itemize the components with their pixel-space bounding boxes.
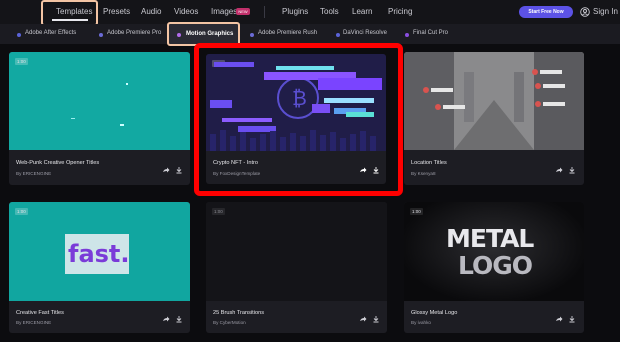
card-title[interactable]: Location Titles [411,160,447,166]
category-dot [99,33,103,37]
card-author[interactable]: By ERICENGINE [16,320,51,325]
card-title[interactable]: 25 Brush Transitions [213,310,264,316]
nav-presets[interactable]: Presets [103,7,130,16]
share-icon[interactable] [359,315,367,323]
new-badge: NEW [236,8,250,15]
thumb-text-metal: METAL [446,224,534,253]
thumbnail-web-punk[interactable]: 1:00 [9,52,190,150]
category-dot [336,33,340,37]
thumb-mark [120,124,124,126]
thumb-text-fast: fast. [68,240,130,268]
thumbnail-creative-fast[interactable]: 1:00 fast. [9,202,190,301]
share-icon[interactable] [162,315,170,323]
nav-audio[interactable]: Audio [141,7,161,16]
card-author[interactable]: By Ksenya8 [411,171,436,176]
template-card-web-punk[interactable]: 1:00 Web-Punk Creative Opener Titles By … [9,52,190,185]
nav-learn[interactable]: Learn [352,7,372,16]
duration-badge: 1:00 [410,208,423,215]
share-icon[interactable] [555,315,563,323]
start-free-button[interactable]: Start Free Now [519,6,573,18]
thumb-mark [71,118,75,119]
card-title[interactable]: Creative Fast Titles [16,310,64,316]
download-icon[interactable] [175,315,183,323]
share-icon[interactable] [555,166,563,174]
nav-plugins[interactable]: Plugins [282,7,308,16]
card-author[interactable]: By CyberMotion [213,320,246,325]
category-dot [177,33,181,37]
top-navigation: Templates Presets Audio Videos Images NE… [0,0,620,26]
card-title[interactable]: Web-Punk Creative Opener Titles [16,160,99,166]
nav-templates[interactable]: Templates [56,7,92,16]
share-icon[interactable] [162,166,170,174]
template-card-glossy-metal-logo[interactable]: 1:00 METAL LOGO Glossy Metal Logo By iva… [404,202,584,333]
duration-badge: 1:00 [212,208,225,215]
duration-badge: 1:00 [15,58,28,65]
nav-pricing[interactable]: Pricing [388,7,412,16]
thumbnail-location-titles[interactable]: 1:00 [404,52,584,150]
card-author[interactable]: By ivahko [411,320,431,325]
download-icon[interactable] [372,315,380,323]
category-dot [250,33,254,37]
selection-highlight [194,43,403,196]
template-card-brush-transitions[interactable]: 1:00 25 Brush Transitions By CyberMotion [206,202,387,333]
category-davinci-resolve[interactable]: DaVinci Resolve [343,30,387,36]
category-premiere-rush[interactable]: Adobe Premiere Rush [258,30,317,36]
category-bar: Adobe After Effects Adobe Premiere Pro A… [0,24,620,44]
duration-badge: 1:00 [15,208,28,215]
city-street-graphic [404,52,584,150]
nav-divider [264,6,265,18]
user-icon[interactable] [580,7,590,17]
thumb-text-logo: LOGO [458,251,533,280]
template-card-location-titles[interactable]: 1:00 Location Titles By Ksenya8 [404,52,584,185]
active-tab-underline [52,19,88,21]
template-card-creative-fast[interactable]: 1:00 fast. Creative Fast Titles By ERICE… [9,202,190,333]
category-motion-graphics: Motion Graphics [186,31,234,37]
nav-tools[interactable]: Tools [320,7,339,16]
category-final-cut-pro[interactable]: Final Cut Pro [413,30,448,36]
sign-in-link[interactable]: Sign In [593,7,618,16]
download-icon[interactable] [568,315,576,323]
category-dot [17,33,21,37]
thumbnail-glossy-metal-logo[interactable]: 1:00 METAL LOGO [404,202,584,301]
nav-images[interactable]: Images [211,7,237,16]
category-dot [405,33,409,37]
nav-videos[interactable]: Videos [174,7,198,16]
category-after-effects[interactable]: Adobe After Effects [25,30,76,36]
card-title[interactable]: Glossy Metal Logo [411,310,457,316]
category-premiere-pro[interactable]: Adobe Premiere Pro [107,30,161,36]
card-author[interactable]: By ERICENGINE [16,171,51,176]
download-icon[interactable] [175,166,183,174]
thumbnail-brush-transitions[interactable]: 1:00 [206,202,387,301]
download-icon[interactable] [568,166,576,174]
thumb-mark [126,83,128,85]
